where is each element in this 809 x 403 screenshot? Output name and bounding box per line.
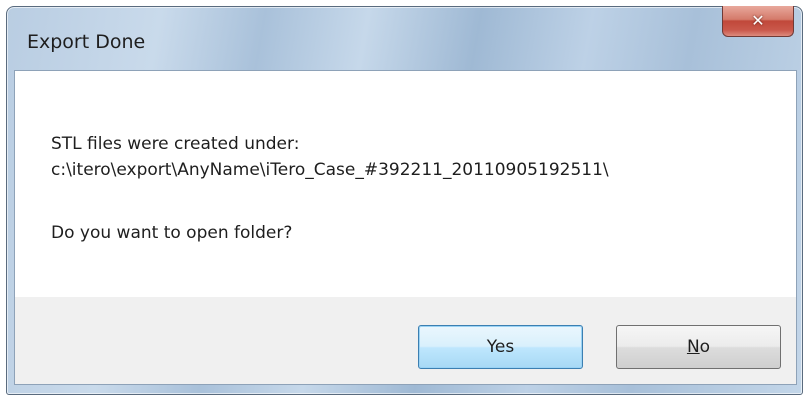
dialog-client-area: STL files were created under: c:\itero\e… (14, 70, 797, 385)
message-text-created: STL files were created under: (51, 134, 300, 154)
yes-button-label: Yes (486, 337, 515, 357)
no-button-mnemonic: N (686, 337, 700, 357)
close-icon: ✕ (751, 11, 765, 30)
yes-button[interactable]: Yes (418, 325, 583, 369)
title-bar[interactable]: Export Done ✕ (7, 6, 802, 53)
no-button-label-rest: o (699, 337, 711, 357)
message-text-path: c:\itero\export\AnyName\iTero_Case_#3922… (51, 160, 609, 180)
close-button[interactable]: ✕ (722, 6, 794, 37)
window-title: Export Done (27, 31, 146, 53)
message-text-question: Do you want to open folder? (51, 223, 293, 243)
dialog-window: Export Done ✕ STL files were created und… (6, 6, 803, 395)
button-bar: Yes No (15, 297, 796, 384)
no-button-label: No (687, 337, 710, 357)
message-area: STL files were created under: c:\itero\e… (15, 71, 796, 297)
no-button[interactable]: No (616, 325, 781, 369)
